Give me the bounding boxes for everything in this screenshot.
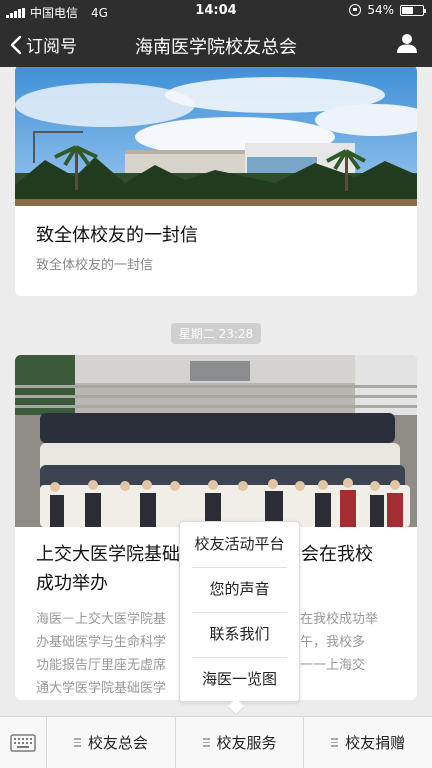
group-photo [15,355,417,527]
article-summary: 致全体校友的一封信 [36,258,154,273]
article-card[interactable]: 致全体校友的一封信 致全体校友的一封信 [15,67,417,296]
article-title-part: 成功举办 [36,573,108,594]
profile-button[interactable] [396,32,418,58]
article-title: 致全体校友的一封信 [36,225,198,246]
page-title: 海南医学院校友总会 [135,37,297,58]
article-title-part: 会在我校 [301,544,373,565]
menu-icon [73,738,81,747]
menu-icon [331,738,339,747]
summary-text: 办基础医学与生命科学 [36,635,167,650]
nav-bar: 订阅号 海南医学院校友总会 [0,22,432,67]
status-bar: 中国电信 4G 14:04 54% [0,0,432,22]
menu-alumni-donation[interactable]: 校友捐赠 [304,717,432,768]
keyboard-icon [10,733,36,752]
message-timestamp: 星期二 23:28 [0,323,432,344]
submenu-item-activity-platform[interactable]: 校友活动平台 [180,522,299,567]
submenu-item-campus-overview[interactable]: 海医一览图 [180,657,299,702]
summary-text: 海医－上交大医学院基 [36,612,167,627]
battery-percent: 54% [367,3,394,17]
summary-text: 通大学医学院基础医学 [36,681,167,696]
menu-alumni-association[interactable]: 校友总会 [47,717,176,768]
submenu-item-your-voice[interactable]: 您的声音 [180,567,299,612]
rotation-lock-icon [349,4,362,16]
bottom-menu: 校友总会 校友服务 校友捐赠 [0,716,432,768]
summary-text: 功能报告厅里座无虚席 [36,658,167,673]
keyboard-toggle-button[interactable] [0,717,47,768]
menu-label: 校友总会 [87,734,148,752]
menu-alumni-services[interactable]: 校友服务 [176,717,305,768]
user-icon [397,34,417,53]
summary-text: 会在我校成功举 [287,612,379,627]
campus-photo [15,67,417,206]
menu-label: 校友捐赠 [345,734,406,752]
submenu-item-contact-us[interactable]: 联系我们 [180,612,299,657]
service-submenu: 校友活动平台 您的声音 联系我们 海医一览图 [179,521,300,702]
article-title-part: 上交大医学院基础 [36,544,180,565]
battery-icon [400,4,426,16]
menu-icon [202,738,210,747]
menu-label: 校友服务 [216,734,277,752]
